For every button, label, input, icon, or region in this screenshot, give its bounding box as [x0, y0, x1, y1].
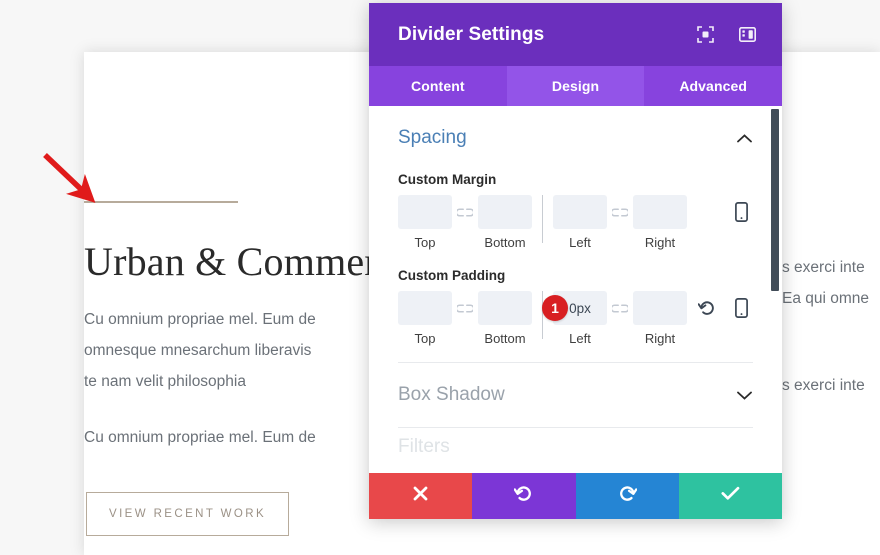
mobile-icon[interactable]: [731, 201, 751, 223]
paragraph-line: Ea qui omne: [782, 290, 870, 307]
step-badge-1: 1: [542, 295, 568, 321]
custom-margin-right-cell: Right: [633, 195, 687, 250]
custom-margin-top-input[interactable]: [398, 195, 452, 229]
custom-padding-top-caption: Top: [414, 331, 436, 346]
section-box-shadow-title: Box Shadow: [398, 384, 505, 405]
right-clipped-paragraph-two: s exerci inte: [782, 370, 880, 401]
tab-advanced[interactable]: Advanced: [644, 66, 782, 106]
paragraph-line: s exerci inte: [782, 259, 865, 276]
custom-padding-label: Custom Padding: [398, 268, 506, 283]
focus-module-icon[interactable]: [692, 22, 718, 48]
custom-padding-right-cell: Right: [633, 291, 687, 346]
right-clipped-paragraph-one: s exerci inte Ea qui omne: [782, 252, 880, 314]
custom-margin-vertical-group: Top Bottom: [398, 195, 532, 250]
paragraph-one: Cu omnium propriae mel. Eum de omnesque …: [84, 304, 316, 397]
mobile-icon[interactable]: [731, 297, 751, 319]
custom-padding-vertical-group: Top Bottom: [398, 291, 532, 346]
paragraph-line: Cu omnium propriae mel. Eum de: [84, 311, 316, 328]
custom-padding-right-caption: Right: [644, 331, 676, 346]
save-button[interactable]: [678, 473, 782, 519]
custom-margin-bottom-input[interactable]: [478, 195, 532, 229]
custom-padding-top-input[interactable]: [398, 291, 452, 325]
link-margin-vertical-icon[interactable]: [452, 195, 478, 229]
toggle-panel-icon[interactable]: [734, 22, 760, 48]
modal-title: Divider Settings: [398, 23, 545, 45]
undo-icon: [514, 484, 533, 508]
paragraph-two: Cu omnium propriae mel. Eum de: [84, 422, 316, 453]
page-heading: Urban & Commer: [84, 239, 378, 284]
custom-margin-row: Top Bottom Left Right: [398, 195, 753, 250]
check-icon: [721, 486, 740, 506]
custom-margin-horizontal-group: Left Right: [553, 195, 687, 250]
tab-content[interactable]: Content: [369, 66, 507, 106]
margin-group-divider: [542, 195, 543, 243]
link-padding-vertical-icon[interactable]: [452, 291, 478, 325]
modal-footer: [369, 473, 782, 519]
custom-padding-right-input[interactable]: [633, 291, 687, 325]
custom-margin-tools: [731, 195, 753, 229]
link-padding-horizontal-icon[interactable]: [607, 291, 633, 325]
custom-padding-horizontal-group: Left Right: [553, 291, 687, 346]
modal-body: Spacing Custom Margin Top Bottom Left Ri…: [369, 106, 782, 473]
custom-margin-top-cell: Top: [398, 195, 452, 250]
reset-icon[interactable]: [697, 297, 717, 319]
paragraph-line: s exerci inte: [782, 377, 865, 394]
custom-margin-label: Custom Margin: [398, 172, 497, 187]
paragraph-line: Cu omnium propriae mel. Eum de: [84, 429, 316, 446]
custom-padding-row: 1 Top Bottom 0px Left Right: [398, 291, 753, 346]
chevron-down-icon[interactable]: [735, 386, 753, 404]
custom-padding-bottom-caption: Bottom: [484, 331, 526, 346]
divider-settings-modal: Divider Settings Content Design Advanced…: [369, 3, 782, 519]
section-box-shadow: Box Shadow: [369, 363, 782, 428]
view-recent-work-button[interactable]: VIEW RECENT WORK: [86, 492, 290, 536]
modal-header: Divider Settings: [369, 3, 782, 66]
redo-button[interactable]: [575, 473, 679, 519]
divider-module[interactable]: [84, 201, 238, 203]
custom-margin-left-cell: Left: [553, 195, 607, 250]
padding-group-divider: [542, 291, 543, 339]
modal-tabs: Content Design Advanced: [369, 66, 782, 106]
custom-padding-left-caption: Left: [569, 331, 591, 346]
tab-design[interactable]: Design: [506, 66, 645, 106]
custom-padding-tools: [697, 291, 753, 325]
custom-margin-bottom-cell: Bottom: [478, 195, 532, 250]
paragraph-line: te nam velit philosophia: [84, 373, 246, 390]
undo-button[interactable]: [472, 473, 576, 519]
redo-icon: [618, 484, 637, 508]
custom-padding-bottom-cell: Bottom: [478, 291, 532, 346]
section-spacing-header[interactable]: Spacing: [398, 106, 753, 170]
section-spacing-title: Spacing: [398, 127, 467, 148]
screenshot-root: Urban & Commer Cu omnium propriae mel. E…: [0, 0, 880, 555]
cancel-button[interactable]: [369, 473, 473, 519]
modal-scrollbar[interactable]: [771, 109, 779, 291]
link-margin-horizontal-icon[interactable]: [607, 195, 633, 229]
close-icon: [412, 485, 429, 507]
section-filters-title[interactable]: Filters: [369, 428, 782, 458]
paragraph-line: omnesque mnesarchum liberavis: [84, 342, 312, 359]
custom-margin-bottom-caption: Bottom: [484, 235, 526, 250]
custom-margin-right-input[interactable]: [633, 195, 687, 229]
custom-margin-top-caption: Top: [414, 235, 436, 250]
custom-padding-top-cell: Top: [398, 291, 452, 346]
custom-padding-bottom-input[interactable]: [478, 291, 532, 325]
section-spacing: Spacing Custom Margin Top Bottom Left Ri…: [369, 106, 782, 363]
custom-margin-left-input[interactable]: [553, 195, 607, 229]
custom-margin-right-caption: Right: [644, 235, 676, 250]
section-box-shadow-header[interactable]: Box Shadow: [398, 363, 753, 427]
chevron-up-icon[interactable]: [735, 129, 753, 147]
custom-margin-left-caption: Left: [569, 235, 591, 250]
